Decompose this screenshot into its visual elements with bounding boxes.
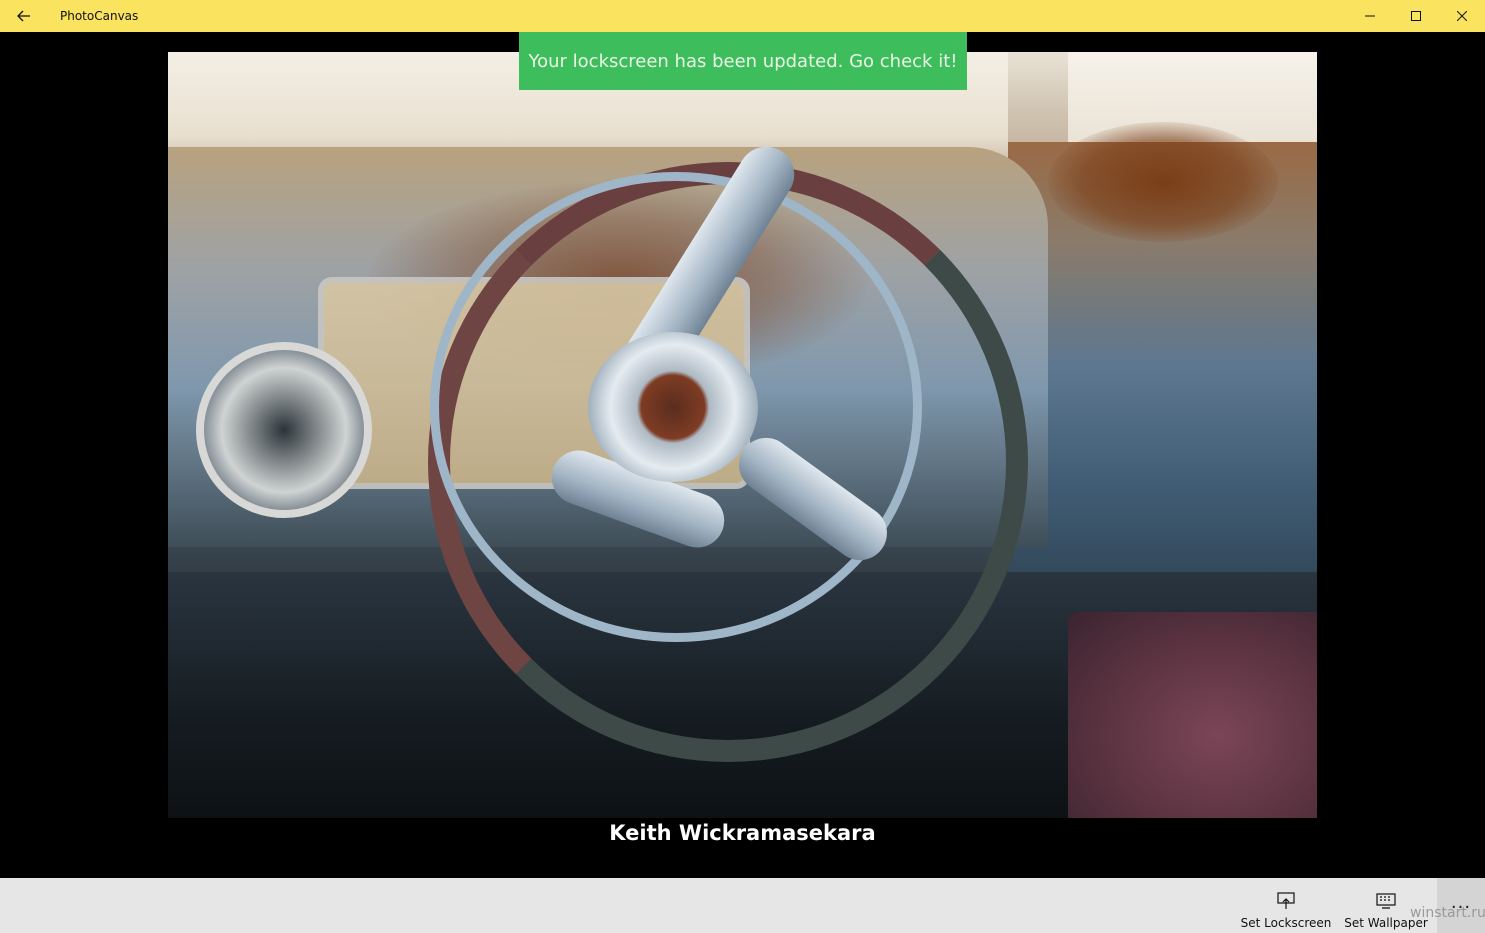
maximize-icon [1411,11,1421,21]
photo-speedometer [196,342,372,518]
back-arrow-icon [17,10,30,22]
bottom-app-bar: Set Lockscreen Set Wallpaper ... [0,878,1485,933]
content-area: Your lockscreen has been updated. Go che… [0,32,1485,878]
watermark: winstart.ru [1410,905,1485,921]
minimize-button[interactable] [1347,0,1393,32]
minimize-icon [1365,15,1375,17]
app-window: PhotoCanvas Your lockscreen has been upd… [0,0,1485,933]
back-button[interactable] [0,0,48,32]
photo-rust [1048,122,1278,242]
photo-wheel-hub [588,332,758,482]
app-title: PhotoCanvas [60,9,139,23]
wallpaper-icon [1376,893,1396,909]
close-icon [1457,11,1467,21]
title-bar: PhotoCanvas [0,0,1485,32]
close-button[interactable] [1439,0,1485,32]
wallpaper-photo [168,52,1317,818]
set-lockscreen-label: Set Lockscreen [1240,916,1332,930]
window-controls [1347,0,1485,32]
photo-engine-block [1068,612,1317,818]
photo-author: Keith Wickramasekara [609,821,876,845]
set-lockscreen-button[interactable]: Set Lockscreen [1236,878,1336,933]
lockscreen-icon [1277,892,1295,909]
notification-toast[interactable]: Your lockscreen has been updated. Go che… [519,32,967,90]
maximize-button[interactable] [1393,0,1439,32]
